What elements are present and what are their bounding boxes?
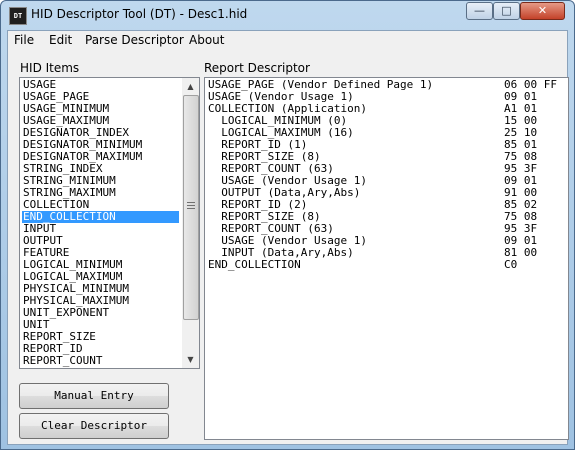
descriptor-item-text: END_COLLECTION xyxy=(208,258,301,271)
scrollbar-thumb[interactable] xyxy=(183,95,199,320)
app-icon: DT xyxy=(9,7,27,25)
hid-items-list[interactable]: USAGE USAGE_PAGE USAGE_MINIMUM USAGE_MAXIMU… xyxy=(19,77,200,369)
menu-about[interactable]: About xyxy=(189,33,224,47)
list-scrollbar[interactable]: ▲ ▼ xyxy=(182,78,199,368)
menu-bar: File Edit Parse Descriptor About xyxy=(8,31,567,51)
descriptor-item-bytes: C0 xyxy=(504,258,518,271)
maximize-button[interactable]: □ xyxy=(493,2,520,20)
close-button[interactable]: ✕ xyxy=(520,2,565,20)
menu-file[interactable]: File xyxy=(14,33,34,47)
menu-parse-descriptor[interactable]: Parse Descriptor xyxy=(85,33,184,47)
minimize-button[interactable]: — xyxy=(466,2,493,20)
clear-descriptor-button[interactable]: Clear Descriptor xyxy=(19,413,169,439)
descriptor-row[interactable]: END_COLLECTION C0 xyxy=(205,259,565,271)
window-title: HID Descriptor Tool (DT) - Desc1.hid xyxy=(31,7,248,21)
manual-entry-button[interactable]: Manual Entry xyxy=(19,383,169,409)
scroll-down-arrow-icon[interactable]: ▼ xyxy=(182,351,199,368)
hid-items-list-content: USAGE USAGE_PAGE USAGE_MINIMUM USAGE_MAXIMU… xyxy=(22,79,179,367)
report-descriptor-view[interactable]: USAGE_PAGE (Vendor Defined Page 1) 06 00 … xyxy=(204,77,569,440)
thumb-grip-line xyxy=(187,202,195,203)
scroll-up-arrow-icon[interactable]: ▲ xyxy=(182,78,199,95)
app-window: DT HID Descriptor Tool (DT) - Desc1.hid … xyxy=(0,0,575,450)
client-area: File Edit Parse Descriptor About HID Ite… xyxy=(7,30,569,445)
hid-item[interactable]: REPORT_COUNT xyxy=(22,355,179,367)
thumb-grip-line xyxy=(187,208,195,209)
title-bar[interactable]: DT HID Descriptor Tool (DT) - Desc1.hid … xyxy=(1,1,574,29)
hid-items-label: HID Items xyxy=(20,61,80,75)
thumb-grip-line xyxy=(187,205,195,206)
menu-edit[interactable]: Edit xyxy=(49,33,72,47)
report-descriptor-label: Report Descriptor xyxy=(204,61,310,75)
